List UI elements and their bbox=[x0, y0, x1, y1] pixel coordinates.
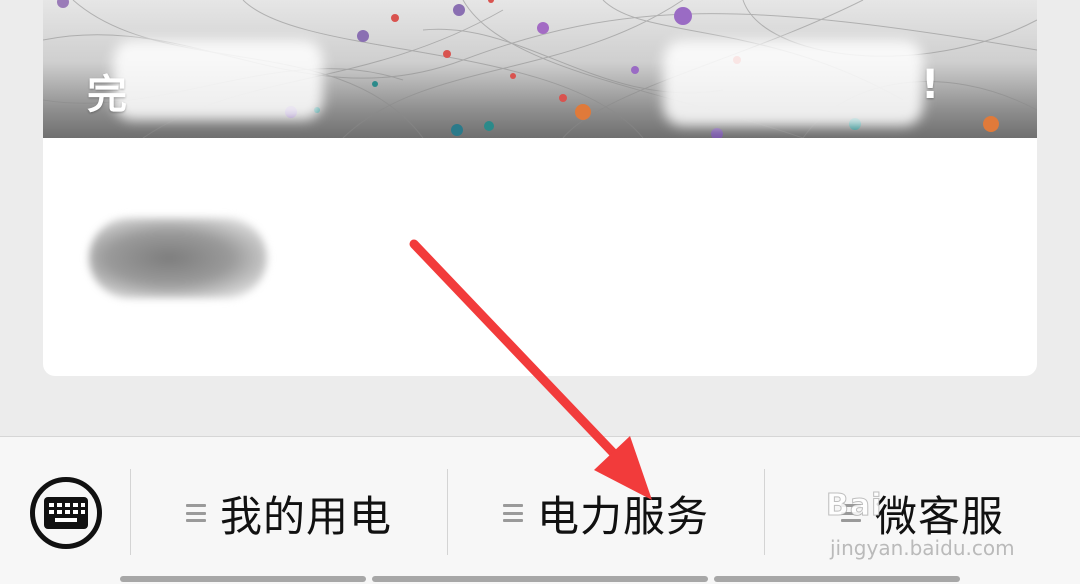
wechat-official-account-screen: 完 ! 我的用电 电力服务 微客服 Bai jingyan.baidu.com bbox=[0, 0, 1080, 584]
redaction-blur bbox=[663, 40, 923, 126]
menu-item-label: 微客服 bbox=[874, 491, 1004, 541]
menu-item-power-service[interactable]: 电力服务 bbox=[448, 477, 764, 549]
home-indicator bbox=[714, 576, 960, 582]
article-card[interactable]: 完 ! bbox=[43, 0, 1037, 376]
menu-item-micro-customer-service[interactable]: 微客服 bbox=[765, 477, 1080, 549]
banner-title: 完 bbox=[87, 72, 129, 118]
keyboard-icon bbox=[44, 497, 88, 529]
menu-item-label: 电力服务 bbox=[536, 491, 709, 541]
menu-item-my-electricity[interactable]: 我的用电 bbox=[131, 477, 447, 549]
bottom-menu-bar: 我的用电 电力服务 微客服 bbox=[0, 436, 1080, 584]
menu-lines-icon bbox=[185, 504, 206, 522]
article-banner: 完 ! bbox=[43, 0, 1037, 138]
article-snippet-redacted bbox=[89, 218, 267, 298]
home-indicator bbox=[120, 576, 366, 582]
menu-lines-icon bbox=[502, 504, 523, 522]
redaction-blur bbox=[113, 40, 323, 120]
home-indicator bbox=[372, 576, 708, 582]
banner-title-tail: ! bbox=[921, 62, 942, 108]
menu-lines-icon bbox=[840, 504, 861, 522]
menu-item-label: 我的用电 bbox=[219, 491, 392, 541]
keyboard-toggle-button[interactable] bbox=[30, 477, 102, 549]
